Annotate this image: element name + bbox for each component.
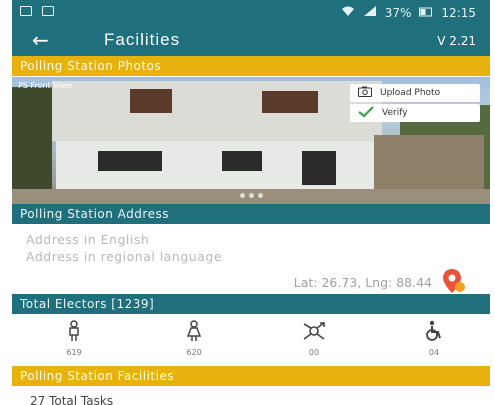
system-icons: 37% 12:15	[341, 5, 476, 20]
upload-photo-button[interactable]: Upload Photo	[350, 84, 480, 102]
notification-icons	[20, 6, 54, 16]
carousel-dot[interactable]	[240, 193, 245, 198]
photo-window	[262, 91, 318, 113]
signal-icon	[363, 5, 377, 20]
address-english-field[interactable]: Address in English	[26, 232, 149, 247]
female-icon	[185, 320, 203, 346]
stat-third-gender: 00	[294, 320, 334, 357]
coordinates-text: Lat: 26.73, Lng: 88.44	[293, 275, 432, 290]
app-version: V 2.21	[437, 34, 476, 48]
address-regional-field[interactable]: Address in regional language	[26, 249, 222, 264]
photo-window	[98, 151, 162, 171]
wheelchair-icon	[424, 320, 444, 346]
photo-caption: PS Front View	[18, 81, 73, 90]
stat-wheelchair: 04	[414, 320, 454, 357]
verify-button[interactable]: Verify	[350, 104, 480, 122]
photo-window	[130, 89, 172, 113]
wheelchair-count: 04	[428, 348, 440, 357]
battery-percent: 37%	[384, 5, 412, 20]
elector-stats: 619 620 00 04	[12, 316, 490, 360]
app-bar: ← Facilities V 2.21	[12, 26, 490, 56]
third-gender-icon	[301, 322, 327, 346]
gallery-icon	[20, 6, 32, 16]
carousel-indicator	[240, 193, 263, 198]
facilities-section-title: Polling Station Facilities	[20, 369, 175, 383]
address-panel: Address in English Address in regional l…	[12, 224, 490, 294]
address-section-title: Polling Station Address	[20, 207, 169, 221]
carousel-dot[interactable]	[249, 193, 254, 198]
male-icon	[65, 320, 83, 346]
verify-label: Verify	[382, 108, 408, 118]
page-title: Facilities	[104, 30, 181, 49]
status-bar: 37% 12:15	[12, 0, 490, 26]
battery-icon	[419, 6, 433, 20]
photos-section-title: Polling Station Photos	[20, 59, 162, 73]
photo-tree-left	[12, 87, 52, 197]
photo-window	[222, 151, 262, 171]
photos-section-header: Polling Station Photos	[12, 56, 490, 76]
female-count: 620	[186, 348, 202, 357]
male-count: 619	[66, 348, 82, 357]
photo-building-upper	[52, 81, 382, 141]
back-arrow-icon[interactable]: ←	[32, 28, 49, 52]
stat-female: 620	[174, 320, 214, 357]
electors-section-header: Total Electors [1239]	[12, 294, 490, 314]
total-tasks-label: 27 Total Tasks	[30, 394, 114, 405]
address-section-header: Polling Station Address	[12, 204, 490, 224]
third-gender-count: 00	[308, 348, 320, 357]
electors-section-title: Total Electors [1239]	[20, 297, 155, 311]
wifi-icon	[341, 5, 355, 20]
message-icon	[42, 6, 54, 16]
photo-shed	[374, 135, 484, 190]
clock: 12:15	[441, 5, 476, 20]
facilities-section-header: Polling Station Facilities	[12, 366, 490, 386]
upload-photo-label: Upload Photo	[380, 88, 441, 98]
carousel-dot[interactable]	[258, 193, 263, 198]
stat-male: 619	[54, 320, 94, 357]
photo-door	[302, 151, 336, 185]
camera-icon	[358, 86, 372, 100]
checkmark-icon	[358, 106, 374, 120]
